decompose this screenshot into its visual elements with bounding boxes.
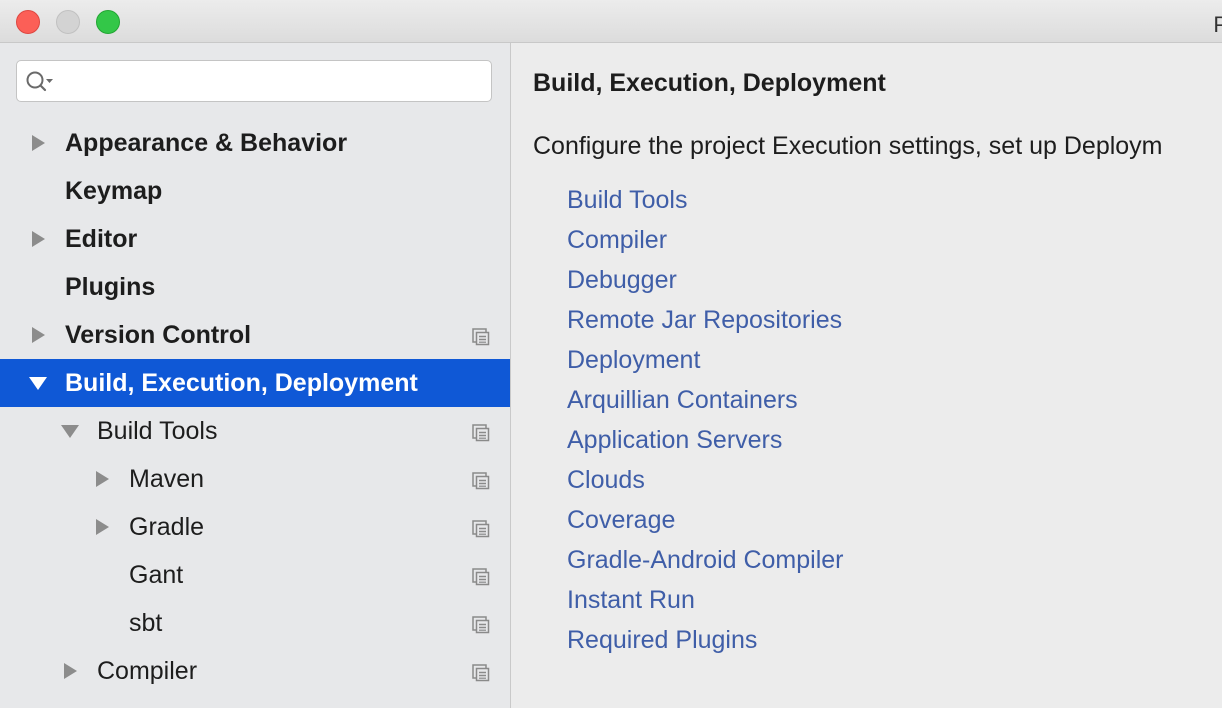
maximize-window-button[interactable] [96,10,120,34]
collapse-arrow-icon[interactable] [60,421,80,441]
link-arquillian-containers[interactable]: Arquillian Containers [567,386,798,415]
sidebar-item-keymap[interactable]: Keymap [0,167,510,215]
sidebar-item-build-tools[interactable]: Build Tools [0,407,510,455]
window-title: P [1213,12,1222,37]
collapse-arrow-icon[interactable] [28,373,48,393]
link-required-plugins[interactable]: Required Plugins [567,626,757,655]
sidebar-item-gradle[interactable]: Gradle [0,503,510,551]
sidebar-item-label: Build, Execution, Deployment [65,368,418,397]
settings-sidebar: Appearance & Behavior Keymap Editor Plugins… [0,43,511,708]
project-scope-icon [471,565,491,586]
link-application-servers[interactable]: Application Servers [567,426,782,455]
sidebar-item-label: Build Tools [97,416,218,445]
project-scope-icon [471,325,491,346]
project-scope-icon [471,613,491,634]
sidebar-item-label: Appearance & Behavior [65,128,348,157]
link-instant-run[interactable]: Instant Run [567,586,695,615]
sidebar-item-sbt[interactable]: sbt [0,599,510,647]
sidebar-item-label: Editor [65,224,138,253]
link-remote-jar-repositories[interactable]: Remote Jar Repositories [567,306,842,335]
settings-content-panel: Build, Execution, Deployment Configure t… [511,43,1222,708]
sidebar-item-label: Compiler [97,656,198,685]
sidebar-item-gant[interactable]: Gant [0,551,510,599]
sidebar-item-maven[interactable]: Maven [0,455,510,503]
link-clouds[interactable]: Clouds [567,466,645,495]
expand-arrow-icon[interactable] [92,517,112,537]
page-description: Configure the project Execution settings… [533,132,1163,160]
project-scope-icon [471,421,491,442]
link-compiler[interactable]: Compiler [567,226,667,255]
sidebar-item-build-execution-deployment[interactable]: Build, Execution, Deployment [0,359,510,407]
sidebar-item-label: Keymap [65,176,163,205]
expand-arrow-icon[interactable] [28,133,48,153]
close-window-button[interactable] [16,10,40,34]
search-field[interactable] [16,60,492,102]
link-deployment[interactable]: Deployment [567,346,700,375]
sidebar-item-appearance-and-behavior[interactable]: Appearance & Behavior [0,119,510,167]
sidebar-item-compiler[interactable]: Compiler [0,647,510,695]
sidebar-item-version-control[interactable]: Version Control [0,311,510,359]
sidebar-item-label: Plugins [65,272,156,301]
title-bar: P [0,0,1222,43]
expand-arrow-icon[interactable] [92,469,112,489]
project-scope-icon [471,661,491,682]
link-gradle-android-compiler[interactable]: Gradle-Android Compiler [567,546,844,575]
sidebar-item-label: Gant [129,560,184,589]
link-coverage[interactable]: Coverage [567,506,675,535]
sidebar-item-plugins[interactable]: Plugins [0,263,510,311]
minimize-window-button[interactable] [56,10,80,34]
sidebar-item-label: Maven [129,464,205,493]
expand-arrow-icon[interactable] [28,325,48,345]
sidebar-item-editor[interactable]: Editor [0,215,510,263]
link-build-tools[interactable]: Build Tools [567,186,687,215]
sidebar-item-label: Gradle [129,512,205,541]
expand-arrow-icon[interactable] [60,661,80,681]
project-scope-icon [471,469,491,490]
expand-arrow-icon[interactable] [28,229,48,249]
page-title: Build, Execution, Deployment [533,69,886,97]
sidebar-item-label: Version Control [65,320,252,349]
search-icon[interactable] [25,69,55,93]
link-debugger[interactable]: Debugger [567,266,677,295]
sidebar-item-label: sbt [129,608,163,637]
project-scope-icon [471,517,491,538]
